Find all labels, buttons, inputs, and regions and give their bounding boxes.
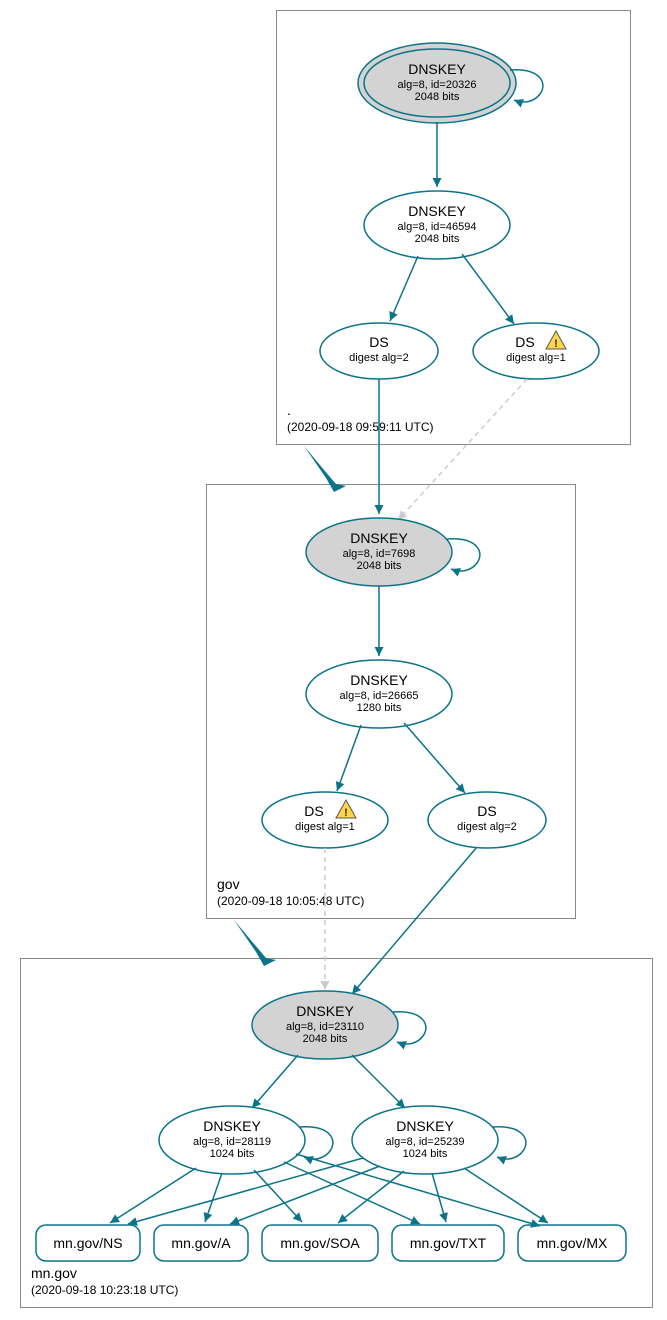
edge-zsk1-ns: [110, 1168, 196, 1223]
svg-text:1024 bits: 1024 bits: [210, 1148, 255, 1160]
svg-text:DNSKEY: DNSKEY: [408, 203, 466, 219]
svg-text:DS: DS: [369, 334, 388, 350]
node-rr-ns: mn.gov/NS: [36, 1225, 140, 1261]
edge-mngov-ksk-zsk1: [252, 1055, 298, 1108]
node-gov-ksk: DNSKEY alg=8, id=7698 2048 bits: [306, 518, 452, 586]
svg-text:alg=8, id=25239: alg=8, id=25239: [386, 1136, 465, 1148]
node-mngov-ksk: DNSKEY alg=8, id=23110 2048 bits: [252, 991, 398, 1059]
node-root-ds2: DS digest alg=2: [320, 323, 438, 379]
edge-gov-zsk-ds1: [337, 725, 361, 791]
edge-root-zsk-ds2: [390, 256, 418, 321]
svg-text:mn.gov/A: mn.gov/A: [171, 1235, 231, 1251]
svg-text:mn.gov/TXT: mn.gov/TXT: [410, 1235, 487, 1251]
node-gov-ds2: DS digest alg=2: [428, 792, 546, 848]
svg-text:alg=8, id=46594: alg=8, id=46594: [398, 221, 477, 233]
svg-text:2048 bits: 2048 bits: [415, 91, 460, 103]
svg-text:DNSKEY: DNSKEY: [350, 530, 408, 546]
svg-text:digest alg=1: digest alg=1: [295, 821, 355, 833]
svg-text:!: !: [344, 807, 348, 819]
node-rr-mx: mn.gov/MX: [518, 1225, 626, 1261]
edge-root-zsk-ds1: [462, 254, 514, 324]
svg-text:alg=8, id=28119: alg=8, id=28119: [193, 1136, 271, 1148]
svg-text:2048 bits: 2048 bits: [415, 233, 460, 245]
node-mngov-zsk1: DNSKEY alg=8, id=28119 1024 bits: [159, 1106, 305, 1174]
diagram-svg: DNSKEY alg=8, id=20326 2048 bits DNSKEY …: [0, 0, 667, 1320]
svg-text:alg=8, id=23110: alg=8, id=23110: [286, 1021, 364, 1033]
svg-text:alg=8, id=7698: alg=8, id=7698: [343, 548, 416, 560]
svg-text:alg=8, id=26665: alg=8, id=26665: [340, 690, 419, 702]
svg-text:DS: DS: [477, 803, 496, 819]
svg-text:DNSKEY: DNSKEY: [203, 1118, 261, 1134]
svg-text:DNSKEY: DNSKEY: [408, 61, 466, 77]
node-rr-soa: mn.gov/SOA: [262, 1225, 378, 1261]
svg-text:digest alg=2: digest alg=2: [349, 352, 409, 364]
svg-text:alg=8, id=20326: alg=8, id=20326: [398, 79, 477, 91]
delegation-root-gov: [304, 446, 346, 492]
svg-text:mn.gov/SOA: mn.gov/SOA: [280, 1235, 360, 1251]
node-mngov-zsk2: DNSKEY alg=8, id=25239 1024 bits: [352, 1106, 498, 1174]
svg-text:DS: DS: [304, 803, 323, 819]
node-rr-a: mn.gov/A: [154, 1225, 248, 1261]
svg-text:DNSKEY: DNSKEY: [296, 1003, 354, 1019]
edge-gov-zsk-ds2: [404, 723, 465, 793]
svg-text:2048 bits: 2048 bits: [303, 1033, 348, 1045]
edge-govds2-mngovksk: [352, 847, 477, 994]
svg-text:DNSKEY: DNSKEY: [396, 1118, 454, 1134]
node-root-zsk: DNSKEY alg=8, id=46594 2048 bits: [364, 191, 510, 259]
svg-text:1280 bits: 1280 bits: [357, 702, 402, 714]
edge-ds1-govksk: [398, 379, 527, 520]
edge-zsk2-mx: [464, 1168, 548, 1223]
svg-text:!: !: [554, 338, 558, 350]
svg-text:mn.gov/MX: mn.gov/MX: [537, 1235, 608, 1251]
node-gov-ds1: DS digest alg=1 !: [262, 792, 388, 848]
svg-text:digest alg=1: digest alg=1: [506, 352, 566, 364]
delegation-gov-mngov: [234, 920, 276, 966]
node-gov-zsk: DNSKEY alg=8, id=26665 1280 bits: [306, 660, 452, 728]
node-root-ksk: DNSKEY alg=8, id=20326 2048 bits: [358, 43, 516, 123]
svg-text:DNSKEY: DNSKEY: [350, 672, 408, 688]
node-rr-txt: mn.gov/TXT: [392, 1225, 504, 1261]
svg-text:DS: DS: [515, 334, 534, 350]
svg-text:digest alg=2: digest alg=2: [457, 821, 517, 833]
svg-text:mn.gov/NS: mn.gov/NS: [53, 1235, 122, 1251]
edge-mngov-ksk-zsk2: [352, 1055, 405, 1108]
edge-zsk1-a: [205, 1173, 222, 1222]
svg-text:2048 bits: 2048 bits: [357, 560, 402, 572]
svg-text:1024 bits: 1024 bits: [403, 1148, 448, 1160]
node-root-ds1: DS digest alg=1 !: [473, 323, 599, 379]
